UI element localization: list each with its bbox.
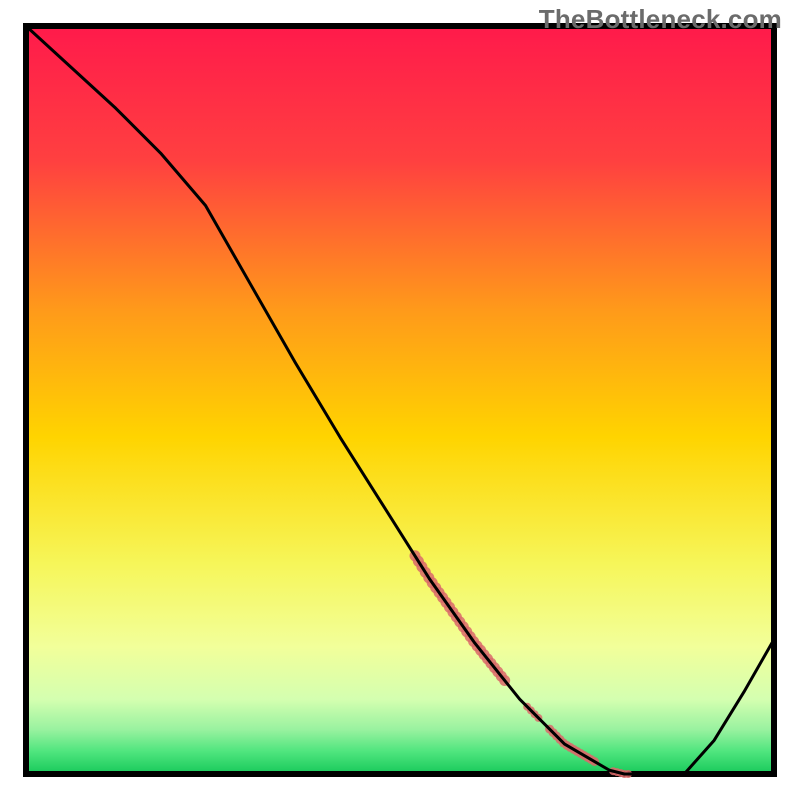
gradient-background — [26, 26, 774, 774]
chart-svg — [0, 0, 800, 800]
chart-root: { "watermark": "TheBottleneck.com", "col… — [0, 0, 800, 800]
plot-area — [26, 26, 774, 774]
watermark-text: TheBottleneck.com — [539, 4, 782, 35]
